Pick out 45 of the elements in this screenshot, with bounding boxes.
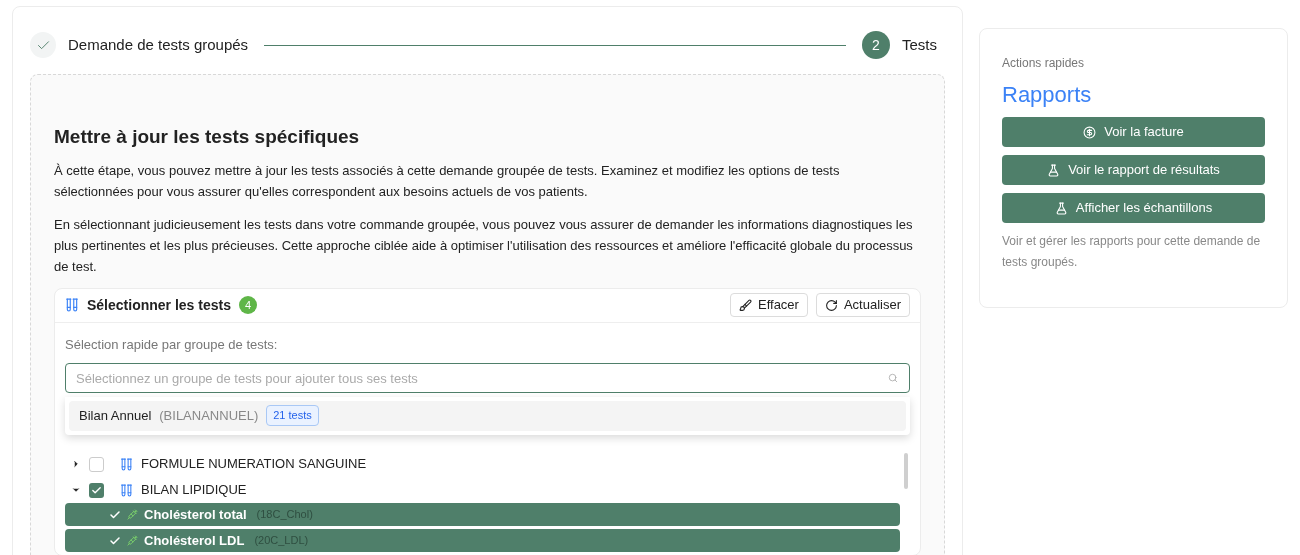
- syringe-icon: [127, 509, 138, 520]
- section-title: Mettre à jour les tests spécifiques: [54, 125, 361, 149]
- card-note: Voir et gérer les rapports pour cette demande de tests groupés.: [1002, 233, 1262, 271]
- step-label: Demande de tests groupés: [68, 34, 249, 55]
- step-number: 2: [862, 31, 890, 59]
- flask-icon: [1054, 201, 1068, 215]
- action-button[interactable]: Voir la facture: [1002, 117, 1265, 147]
- broom-icon: [738, 298, 752, 312]
- test-tubes-icon: [120, 457, 133, 471]
- count-badge: 4: [238, 296, 257, 314]
- card-title: Rapports: [1002, 81, 1093, 109]
- dropdown-option[interactable]: Bilan Annuel (BILANANNUEL) 21 tests: [69, 400, 906, 431]
- description-text: En sélectionnant judicieusement les tests dans votre commande groupée, vous pouvez vous assurer de demander les informations diagnostiques les plus pertinentes et les plus précieuses. Cette approche ciblée aide à optimiser l'utilisation des ressources et améliore l'efficacité globale du processus de test.: [54, 215, 914, 276]
- dollar-icon: [1083, 125, 1097, 139]
- refresh-button[interactable]: Actualiser: [815, 293, 910, 317]
- quick-select-label: Sélection rapide par groupe de tests:: [65, 335, 279, 354]
- test-name: Cholésterol total: [144, 505, 247, 524]
- search-icon: [888, 373, 898, 383]
- card-caption: Actions rapides: [1002, 55, 1086, 72]
- expanded-caret-icon[interactable]: [71, 485, 81, 495]
- test-count-badge: 21 tests: [266, 405, 319, 426]
- check-icon: [91, 484, 102, 496]
- test-tubes-icon: [65, 298, 79, 312]
- group-search-field[interactable]: Sélectionnez un groupe de tests pour ajouter tous ses tests: [65, 363, 910, 393]
- group-label: BILAN LIPIDIQUE: [141, 481, 247, 500]
- test-name: Cholésterol LDL: [144, 531, 245, 550]
- scrollbar[interactable]: [904, 453, 908, 489]
- collapsed-caret-icon[interactable]: [71, 459, 81, 469]
- check-icon: [109, 534, 121, 547]
- refresh-icon: [824, 298, 838, 312]
- syringe-icon: [127, 535, 138, 546]
- option-code: (BILANANNUEL): [159, 406, 259, 425]
- action-button[interactable]: Voir le rapport de résultats: [1002, 155, 1265, 185]
- option-name: Bilan Annuel: [79, 406, 152, 425]
- group-label: FORMULE NUMERATION SANGUINE: [141, 455, 367, 474]
- group-checkbox[interactable]: [89, 482, 104, 498]
- description-text: À cette étape, vous pouvez mettre à jour les tests associés à cette demande groupée de tests. Examinez et modifiez les options de tests sélectionnées pour vous assurer qu'elles correspondent aux besoins actuels de vos patients.: [54, 161, 841, 201]
- selector-title: Sélectionner les tests: [87, 295, 231, 315]
- test-tubes-icon: [120, 483, 133, 497]
- flask-icon: [1047, 163, 1061, 177]
- action-button[interactable]: Afficher les échantillons: [1002, 193, 1265, 223]
- step-label: Tests: [902, 34, 937, 55]
- clear-button[interactable]: Effacer: [729, 293, 808, 317]
- group-checkbox[interactable]: [89, 456, 104, 472]
- check-icon: [109, 508, 121, 521]
